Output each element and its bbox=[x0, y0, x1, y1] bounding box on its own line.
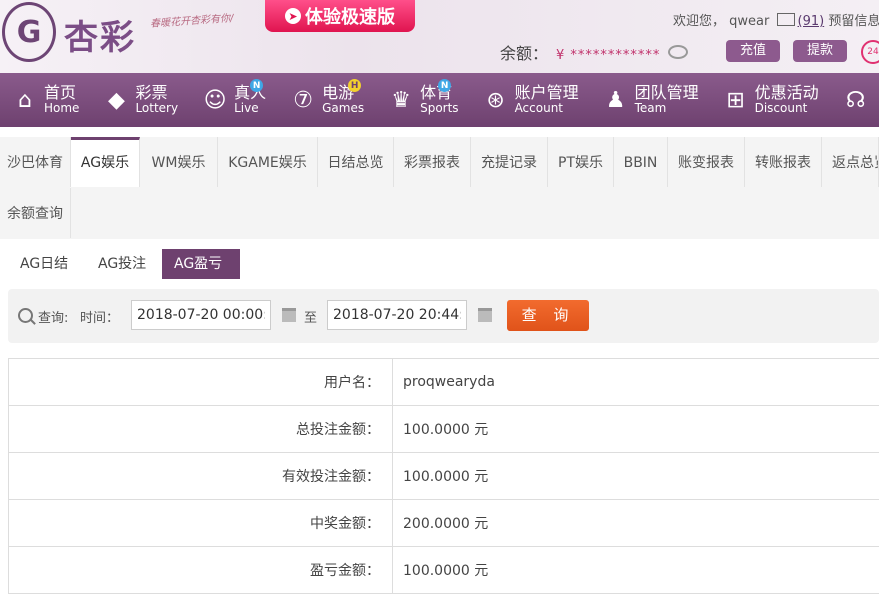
account-icon: ⊛ bbox=[483, 88, 509, 113]
welcome-text: 欢迎您， bbox=[673, 14, 725, 29]
nav-sublabel: Live bbox=[234, 101, 266, 115]
games-icon: ⑦ bbox=[290, 88, 316, 113]
nav-item-lottery[interactable]: ◆ 彩票Lottery bbox=[91, 73, 190, 127]
row-value: 100.0000 元 bbox=[393, 547, 879, 594]
tab-rebate-overview[interactable]: 返点总览 bbox=[822, 137, 879, 187]
tab-saba-sports[interactable]: 沙巴体育 bbox=[0, 137, 71, 187]
table-row: 用户名： proqwearyda bbox=[9, 359, 879, 406]
search-icon bbox=[18, 308, 33, 323]
calendar-icon[interactable] bbox=[478, 308, 492, 322]
balance-label: 余额： bbox=[500, 44, 548, 63]
tab-balance-query[interactable]: 余额查询 bbox=[0, 188, 71, 238]
tab-bbin[interactable]: BBIN bbox=[614, 137, 668, 187]
tab-ag-bets[interactable]: AG投注 bbox=[86, 249, 158, 279]
row-value: proqwearyda bbox=[393, 359, 879, 406]
nav-item-home[interactable]: ⌂ 首页Home bbox=[0, 73, 91, 127]
tab-ag[interactable]: AG娱乐 bbox=[71, 137, 140, 187]
nav-item-team[interactable]: ♟ 团队管理Team bbox=[591, 73, 711, 127]
tab-wm[interactable]: WM娱乐 bbox=[140, 137, 218, 187]
tab-transfer-report[interactable]: 转账报表 bbox=[745, 137, 822, 187]
nav-sublabel: Account bbox=[515, 101, 579, 115]
nav-sublabel: Lottery bbox=[135, 101, 178, 115]
nav-sublabel: Discount bbox=[755, 101, 819, 115]
nav-label: 团队管理 bbox=[635, 85, 699, 101]
nav-sublabel: Home bbox=[44, 101, 79, 115]
gift-icon: ⊞ bbox=[723, 88, 749, 113]
to-label: 至 bbox=[304, 307, 317, 326]
nav-item-sports[interactable]: ♛ 体育Sports N bbox=[376, 73, 470, 127]
query-bar: 查询: 时间： 至 查 询 bbox=[8, 289, 879, 343]
table-row: 中奖金额： 200.0000 元 bbox=[9, 500, 879, 547]
nav-item-account[interactable]: ⊛ 账户管理Account bbox=[471, 73, 591, 127]
lottery-icon: ◆ bbox=[103, 88, 129, 113]
support-24h-icon[interactable]: 24 bbox=[861, 40, 879, 64]
query-label: 查询: bbox=[38, 307, 68, 326]
profit-result-table: 用户名： proqwearyda 总投注金额： 100.0000 元 有效投注金… bbox=[8, 358, 879, 594]
eye-icon[interactable] bbox=[668, 45, 688, 59]
mail-icon[interactable] bbox=[777, 13, 795, 26]
nav-item-discount[interactable]: ⊞ 优惠活动Discount bbox=[711, 73, 831, 127]
row-label: 有效投注金额： bbox=[9, 453, 393, 500]
new-badge: N bbox=[438, 79, 451, 92]
reserved-info-link[interactable]: 预留信息 bbox=[828, 14, 879, 29]
nav-label: 首页 bbox=[44, 85, 79, 101]
start-time-input[interactable] bbox=[131, 300, 271, 330]
logo-slogan: 春暖花开杏彩有你/ bbox=[150, 9, 234, 30]
nav-sublabel: Games bbox=[322, 101, 364, 115]
end-time-input[interactable] bbox=[327, 300, 467, 330]
row-value: 100.0000 元 bbox=[393, 406, 879, 453]
tab-lottery-report[interactable]: 彩票报表 bbox=[394, 137, 471, 187]
nav-label: 优惠活动 bbox=[755, 85, 819, 101]
deposit-button[interactable]: 充值 bbox=[726, 40, 780, 62]
calendar-icon[interactable] bbox=[282, 308, 296, 322]
tab-ag-profit[interactable]: AG盈亏 bbox=[162, 249, 240, 279]
new-badge: N bbox=[250, 79, 263, 92]
nav-label: 账户管理 bbox=[515, 85, 579, 101]
message-count-link[interactable]: (91) bbox=[798, 14, 825, 29]
tab-ag-daily[interactable]: AG日结 bbox=[8, 249, 80, 279]
nav-label: 彩票 bbox=[135, 85, 178, 101]
tab-pt[interactable]: PT娱乐 bbox=[548, 137, 614, 187]
table-row: 盈亏金额： 100.0000 元 bbox=[9, 547, 879, 594]
promo-label: 体验极速版 bbox=[305, 3, 395, 29]
sports-icon: ♛ bbox=[388, 88, 414, 113]
welcome-bar: 欢迎您， qwear (91) 预留信息 bbox=[673, 10, 879, 29]
nav-item-games[interactable]: ⑦ 电游Games H bbox=[278, 73, 376, 127]
main-nav: ⌂ 首页Home ◆ 彩票Lottery ☺ 真人Live N ⑦ 电游Game… bbox=[0, 73, 879, 127]
row-label: 盈亏金额： bbox=[9, 547, 393, 594]
table-row: 总投注金额： 100.0000 元 bbox=[9, 406, 879, 453]
row-label: 中奖金额： bbox=[9, 500, 393, 547]
team-icon: ♟ bbox=[603, 88, 629, 113]
time-label: 时间： bbox=[80, 307, 119, 326]
withdraw-button[interactable]: 提款 bbox=[793, 40, 847, 62]
nav-sublabel: Team bbox=[635, 101, 699, 115]
site-header: G 杏彩 春暖花开杏彩有你/ ➤ 体验极速版 欢迎您， qwear (91) 预… bbox=[0, 0, 879, 73]
row-label: 总投注金额： bbox=[9, 406, 393, 453]
balance-value: ¥ ************ bbox=[556, 48, 660, 63]
username: qwear bbox=[729, 14, 769, 29]
nav-item-live[interactable]: ☺ 真人Live N bbox=[190, 73, 278, 127]
promo-banner-button[interactable]: ➤ 体验极速版 bbox=[265, 0, 415, 32]
tab-daily-overview[interactable]: 日结总览 bbox=[318, 137, 394, 187]
logo-icon[interactable]: G bbox=[2, 2, 56, 62]
table-row: 有效投注金额： 100.0000 元 bbox=[9, 453, 879, 500]
tab-kgame[interactable]: KGAME娱乐 bbox=[218, 137, 318, 187]
nav-sublabel: Sports bbox=[420, 101, 458, 115]
logo-text[interactable]: 杏彩 bbox=[64, 10, 136, 59]
balance-display: 余额： ¥ ************ bbox=[500, 40, 688, 64]
more-icon: ☊ bbox=[843, 88, 869, 113]
tab-deposit-withdraw[interactable]: 充提记录 bbox=[471, 137, 548, 187]
row-value: 100.0000 元 bbox=[393, 453, 879, 500]
rocket-icon: ➤ bbox=[285, 8, 301, 24]
query-button[interactable]: 查 询 bbox=[507, 300, 589, 331]
row-value: 200.0000 元 bbox=[393, 500, 879, 547]
live-icon: ☺ bbox=[202, 88, 228, 113]
home-icon: ⌂ bbox=[12, 88, 38, 113]
sub-tab-bar: 沙巴体育 AG娱乐 WM娱乐 KGAME娱乐 日结总览 彩票报表 充提记录 PT… bbox=[0, 137, 879, 239]
tab-account-change[interactable]: 账变报表 bbox=[668, 137, 745, 187]
nav-item-more[interactable]: ☊ bbox=[831, 73, 879, 127]
row-label: 用户名： bbox=[9, 359, 393, 406]
